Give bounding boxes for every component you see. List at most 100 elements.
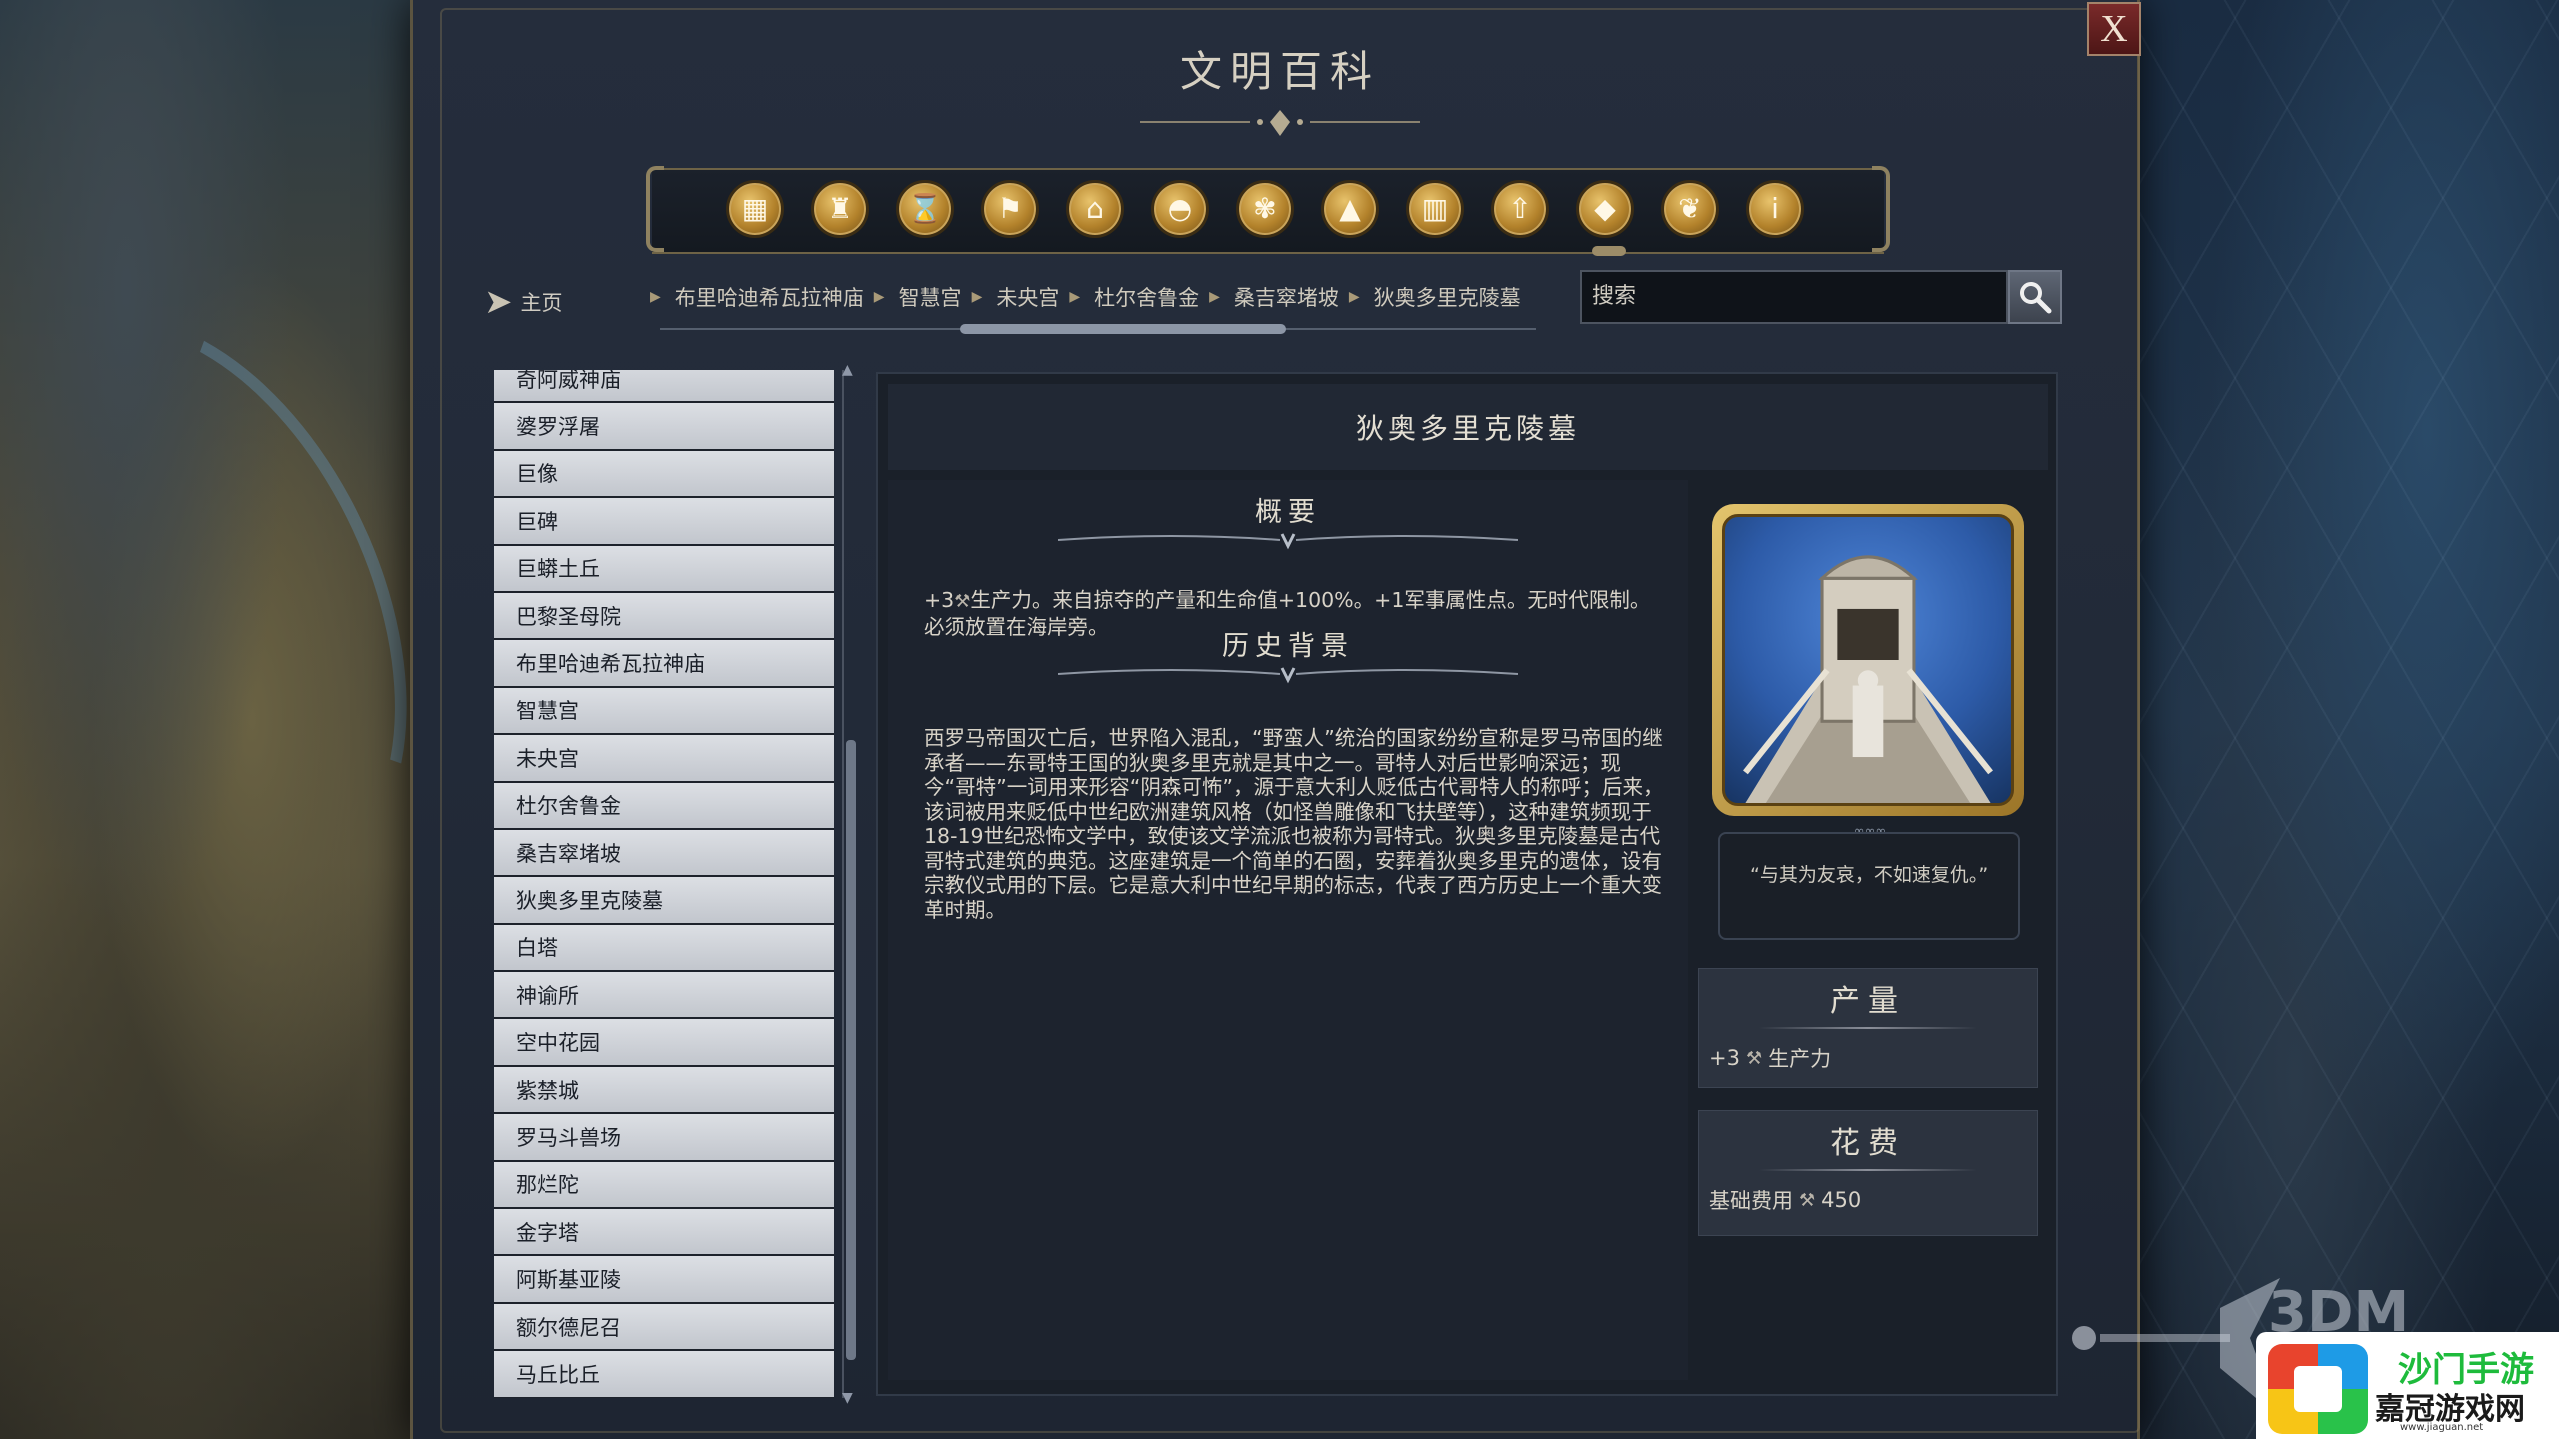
list-item[interactable]: 神谕所 — [494, 972, 834, 1020]
wonder-list: 奇阿威神庙 婆罗浮屠 巨像 巨碑 巨蟒土丘 巴黎圣母院 布里哈迪希瓦拉神庙 智慧宫 未央宫 杜尔舍… — [494, 370, 834, 1398]
detail-text-area: 概要 +3⚒生产力。来自掠夺的产量和生命值+100%。+1军事属性点。无时代限制… — [888, 480, 1688, 1380]
wonder-pyramid-icon: ◆ — [1594, 192, 1616, 225]
breadcrumb-separator-icon: ▶ — [1348, 289, 1360, 305]
history-ornament — [1058, 667, 1518, 684]
category-button-9[interactable]: ▥ — [1406, 180, 1464, 238]
list-item[interactable]: 罗马斗兽场 — [494, 1114, 834, 1162]
info-icon: i — [1771, 192, 1779, 225]
breadcrumb-label: 桑吉窣堵坡 — [1233, 286, 1339, 310]
dove-icon: ❦ — [1678, 192, 1702, 225]
flag-icon: ⚑ — [997, 192, 1023, 225]
production-hammer-icon: ⚒ — [1799, 1189, 1816, 1211]
breadcrumb-scrollbar[interactable] — [660, 324, 1536, 336]
list-item[interactable]: 阿斯基亚陵 — [494, 1256, 834, 1304]
breadcrumb-item[interactable]: ▶ 狄奥多里克陵墓 — [1339, 282, 1521, 312]
list-item[interactable]: 狄奥多里克陵墓 — [494, 877, 834, 925]
cost-heading: 花费 — [1830, 1126, 1906, 1161]
search-button[interactable] — [2008, 270, 2062, 324]
category-button-12[interactable]: ❦ — [1661, 180, 1719, 238]
great-person-icon: ✾ — [1253, 192, 1277, 225]
detail-title: 狄奥多里克陵墓 — [888, 384, 2048, 470]
breadcrumb-item[interactable]: ▶ 桑吉窣堵坡 — [1199, 282, 1339, 312]
category-button-10[interactable]: ⇧ — [1491, 180, 1549, 238]
list-item[interactable]: 未央宫 — [494, 735, 834, 783]
breadcrumb-item[interactable]: ▶ 杜尔舍鲁金 — [1059, 282, 1199, 312]
list-item[interactable]: 马丘比丘 — [494, 1351, 834, 1398]
hourglass-icon: ⌛ — [907, 192, 943, 225]
category-button-6[interactable]: ◓ — [1151, 180, 1209, 238]
list-item[interactable]: 空中花园 — [494, 1019, 834, 1067]
list-item[interactable]: 巨像 — [494, 450, 834, 499]
overview-prefix: +3 — [924, 588, 955, 612]
category-bar: ▦ ♜ ⌛ ⚑ ⌂ ◓ ✾ ▲ ▥ ⇧ ◆ ❦ i — [646, 166, 1890, 254]
back-arrow-icon: ➤ — [484, 282, 513, 322]
list-scroll-thumb[interactable] — [846, 740, 856, 1360]
world-map-left — [0, 0, 490, 1439]
cost-value: 450 — [1821, 1188, 1862, 1212]
list-item[interactable]: 布里哈迪希瓦拉神庙 — [494, 640, 834, 688]
production-hammer-icon: ⚒ — [1745, 1047, 1763, 1069]
category-button-7[interactable]: ✾ — [1236, 180, 1294, 238]
list-item[interactable]: 巴黎圣母院 — [494, 592, 834, 641]
list-item[interactable]: 智慧宫 — [494, 687, 834, 736]
wonder-portrait — [1712, 504, 2024, 816]
breadcrumb-item[interactable]: ▶ 布里哈迪希瓦拉神庙 — [640, 282, 864, 312]
page-title: 文明百科 — [1179, 47, 1380, 96]
upgrade-arrow-icon: ⇧ — [1508, 192, 1532, 225]
category-button-5[interactable]: ⌂ — [1066, 180, 1124, 238]
category-button-8[interactable]: ▲ — [1321, 180, 1379, 238]
cost-card: 花费 基础费用 ⚒ 450 — [1698, 1110, 2038, 1236]
cost-row: 基础费用 ⚒ 450 — [1699, 1171, 2037, 1223]
scroll-up-icon[interactable]: ▲ — [842, 362, 858, 378]
breadcrumb-scroll-thumb[interactable] — [960, 324, 1286, 334]
list-item[interactable]: 白塔 — [494, 924, 834, 973]
history-text: 西罗马帝国灭亡后，世界陷入混乱，“野蛮人”统治的国家纷纷宣称是罗马帝国的继承者—… — [924, 726, 1664, 922]
goblet-icon: ♜ — [827, 192, 853, 225]
category-button-13[interactable]: i — [1746, 180, 1804, 238]
list-item[interactable]: 杜尔舍鲁金 — [494, 782, 834, 830]
list-item[interactable]: 巨蟒土丘 — [494, 545, 834, 593]
search-icon — [2020, 282, 2052, 314]
breadcrumb-label: 狄奥多里克陵墓 — [1373, 286, 1521, 310]
list-item[interactable]: 紫禁城 — [494, 1066, 834, 1115]
terrain-mountain-icon: ▲ — [1339, 192, 1361, 225]
map-hex-grid — [2119, 0, 2559, 1439]
home-link[interactable]: ➤ 主页 — [484, 282, 563, 322]
yield-heading: 产量 — [1830, 984, 1906, 1019]
breadcrumb-item[interactable]: ▶ 未央宫 — [962, 282, 1060, 312]
search-input[interactable]: 搜索 — [1580, 270, 2008, 324]
wonder-portrait-image — [1722, 514, 2014, 806]
close-button[interactable]: X — [2087, 2, 2141, 56]
breadcrumb-separator-icon: ▶ — [650, 289, 661, 305]
list-item[interactable]: 巨碑 — [494, 498, 834, 546]
overview-heading: 概要 — [1255, 497, 1321, 528]
breadcrumb-item[interactable]: ▶ 智慧宫 — [864, 282, 962, 312]
overview-ornament — [1058, 533, 1518, 550]
list-item[interactable]: 婆罗浮屠 — [494, 403, 834, 451]
list-item[interactable]: 额尔德尼召 — [494, 1303, 834, 1352]
category-button-2[interactable]: ♜ — [811, 180, 869, 238]
list-item[interactable]: 桑吉窣堵坡 — [494, 829, 834, 878]
list-item[interactable]: 金字塔 — [494, 1209, 834, 1257]
close-icon: X — [2100, 8, 2128, 50]
breadcrumb-separator-icon: ▶ — [971, 289, 983, 305]
category-button-3[interactable]: ⌛ — [896, 180, 954, 238]
list-item[interactable]: 奇阿威神庙 — [494, 370, 834, 404]
scroll-down-icon[interactable]: ▼ — [842, 1390, 858, 1406]
yield-value: +3 — [1709, 1046, 1740, 1070]
category-bar-right-cap — [1872, 166, 1890, 252]
yield-label: 生产力 — [1768, 1047, 1832, 1071]
category-active-indicator — [1592, 246, 1626, 256]
category-button-11[interactable]: ◆ — [1576, 180, 1634, 238]
history-heading: 历史背景 — [1222, 631, 1354, 662]
category-button-1[interactable]: ▦ — [726, 180, 784, 238]
list-item[interactable]: 那烂陀 — [494, 1161, 834, 1210]
category-button-4[interactable]: ⚑ — [981, 180, 1039, 238]
district-dome-icon: ◓ — [1167, 192, 1193, 225]
resources-icon: ▦ — [741, 192, 769, 225]
home-label: 主页 — [520, 291, 563, 315]
yield-card: 产量 +3 ⚒ 生产力 — [1698, 968, 2038, 1088]
list-scrollbar[interactable]: ▲ ▼ — [842, 362, 856, 1406]
breadcrumb-label: 杜尔舍鲁金 — [1094, 286, 1200, 310]
production-hammer-icon: ⚒ — [954, 591, 971, 612]
